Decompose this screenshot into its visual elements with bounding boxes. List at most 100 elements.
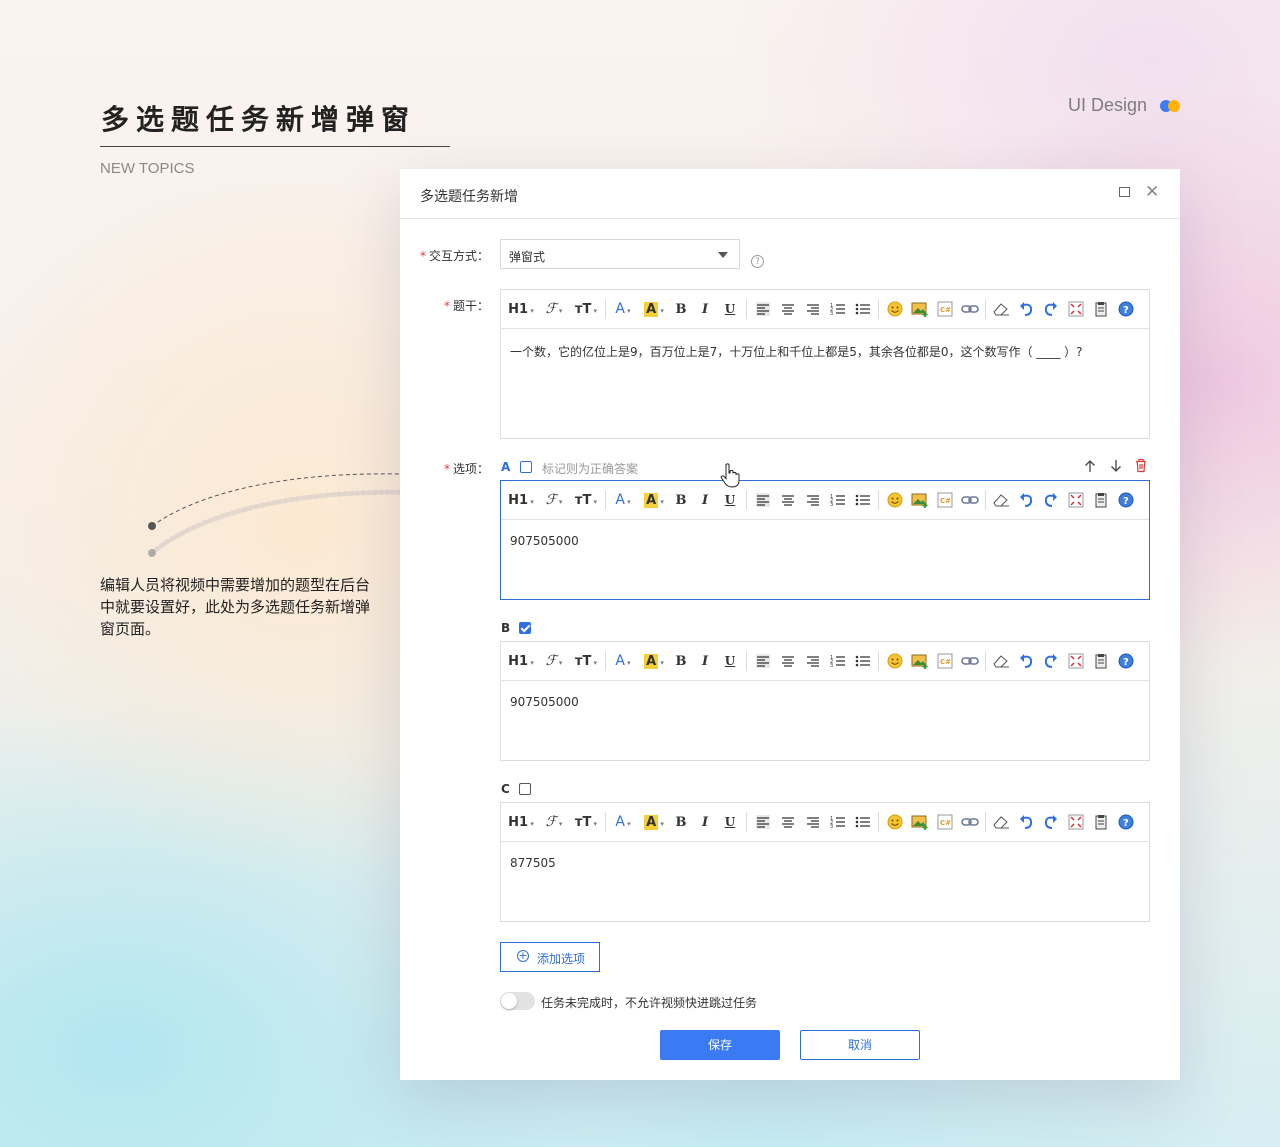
link-icon[interactable] <box>960 650 980 672</box>
help-icon[interactable]: ? <box>1116 489 1136 511</box>
align-center-icon[interactable] <box>778 298 798 320</box>
image-icon[interactable] <box>910 650 930 672</box>
align-left-icon[interactable] <box>753 650 773 672</box>
italic-icon[interactable]: I <box>698 650 712 672</box>
ordered-list-icon[interactable]: 123 <box>828 811 848 833</box>
code-icon[interactable]: C# <box>935 298 955 320</box>
fullscreen-icon[interactable] <box>1066 811 1086 833</box>
help-icon[interactable]: ? <box>1116 298 1136 320</box>
heading-icon[interactable]: H1 ▾ <box>507 298 535 320</box>
option-b-content[interactable]: 907505000 <box>501 681 1149 723</box>
italic-icon[interactable]: I <box>698 811 712 833</box>
code-icon[interactable]: C# <box>935 489 955 511</box>
font-family-icon[interactable]: ℱ ▾ <box>541 489 567 511</box>
italic-icon[interactable]: I <box>698 489 712 511</box>
emoji-icon[interactable] <box>885 811 905 833</box>
font-color-icon[interactable]: A ▾ <box>611 489 635 511</box>
emoji-icon[interactable] <box>885 298 905 320</box>
help-icon[interactable]: ? <box>751 255 764 268</box>
align-right-icon[interactable] <box>803 489 823 511</box>
close-icon[interactable]: ✕ <box>1145 183 1159 201</box>
bullet-list-icon[interactable] <box>853 489 873 511</box>
cancel-button[interactable]: 取消 <box>800 1030 920 1060</box>
underline-icon[interactable]: U <box>723 489 737 511</box>
option-c-content[interactable]: 877505 <box>501 842 1149 884</box>
italic-icon[interactable]: I <box>698 298 712 320</box>
redo-icon[interactable] <box>1041 650 1061 672</box>
font-family-icon[interactable]: ℱ ▾ <box>541 811 567 833</box>
fullscreen-icon[interactable] <box>1066 489 1086 511</box>
undo-icon[interactable] <box>1016 650 1036 672</box>
align-right-icon[interactable] <box>803 298 823 320</box>
move-down-icon[interactable] <box>1109 459 1123 473</box>
underline-icon[interactable]: U <box>723 298 737 320</box>
emoji-icon[interactable] <box>885 489 905 511</box>
stem-content[interactable]: 一个数，它的亿位上是9，百万位上是7，十万位上和千位上都是5，其余各位都是0，这… <box>501 329 1149 374</box>
image-icon[interactable] <box>910 489 930 511</box>
skip-toggle[interactable] <box>500 992 535 1010</box>
align-center-icon[interactable] <box>778 650 798 672</box>
font-size-icon[interactable]: тT ▾ <box>572 650 600 672</box>
emoji-icon[interactable] <box>885 650 905 672</box>
highlight-icon[interactable]: A ▾ <box>640 298 668 320</box>
fullscreen-icon[interactable] <box>1066 298 1086 320</box>
image-icon[interactable] <box>910 298 930 320</box>
font-size-icon[interactable]: тT ▾ <box>572 811 600 833</box>
help-icon[interactable]: ? <box>1116 811 1136 833</box>
align-left-icon[interactable] <box>753 298 773 320</box>
redo-icon[interactable] <box>1041 298 1061 320</box>
fullscreen-icon[interactable] <box>1066 650 1086 672</box>
option-a-content[interactable]: 907505000 <box>501 520 1149 562</box>
link-icon[interactable] <box>960 811 980 833</box>
highlight-icon[interactable]: A ▾ <box>640 650 668 672</box>
underline-icon[interactable]: U <box>723 650 737 672</box>
redo-icon[interactable] <box>1041 811 1061 833</box>
add-option-button[interactable]: + 添加选项 <box>500 942 600 972</box>
bullet-list-icon[interactable] <box>853 650 873 672</box>
font-color-icon[interactable]: A ▾ <box>611 811 635 833</box>
option-c-checkbox[interactable] <box>519 783 531 795</box>
move-up-icon[interactable] <box>1083 459 1097 473</box>
font-family-icon[interactable]: ℱ ▾ <box>541 650 567 672</box>
paste-icon[interactable] <box>1091 489 1111 511</box>
font-color-icon[interactable]: A ▾ <box>611 298 635 320</box>
align-left-icon[interactable] <box>753 811 773 833</box>
heading-icon[interactable]: H1 ▾ <box>507 650 535 672</box>
maximize-icon[interactable] <box>1119 187 1130 197</box>
code-icon[interactable]: C# <box>935 811 955 833</box>
align-right-icon[interactable] <box>803 650 823 672</box>
bullet-list-icon[interactable] <box>853 811 873 833</box>
font-family-icon[interactable]: ℱ ▾ <box>541 298 567 320</box>
paste-icon[interactable] <box>1091 650 1111 672</box>
bold-icon[interactable]: B <box>673 298 689 320</box>
font-size-icon[interactable]: тT ▾ <box>572 298 600 320</box>
link-icon[interactable] <box>960 489 980 511</box>
paste-icon[interactable] <box>1091 811 1111 833</box>
delete-icon[interactable] <box>1134 458 1148 473</box>
interaction-select[interactable]: 弹窗式 <box>500 239 740 269</box>
link-icon[interactable] <box>960 298 980 320</box>
image-icon[interactable] <box>910 811 930 833</box>
code-icon[interactable]: C# <box>935 650 955 672</box>
bold-icon[interactable]: B <box>673 650 689 672</box>
eraser-icon[interactable] <box>991 489 1011 511</box>
eraser-icon[interactable] <box>991 298 1011 320</box>
save-button[interactable]: 保存 <box>660 1030 780 1060</box>
undo-icon[interactable] <box>1016 298 1036 320</box>
heading-icon[interactable]: H1 ▾ <box>507 811 535 833</box>
heading-icon[interactable]: H1 ▾ <box>507 489 535 511</box>
highlight-icon[interactable]: A ▾ <box>640 489 668 511</box>
align-center-icon[interactable] <box>778 811 798 833</box>
bullet-list-icon[interactable] <box>853 298 873 320</box>
ordered-list-icon[interactable]: 123 <box>828 489 848 511</box>
highlight-icon[interactable]: A ▾ <box>640 811 668 833</box>
font-size-icon[interactable]: тT ▾ <box>572 489 600 511</box>
eraser-icon[interactable] <box>991 811 1011 833</box>
ordered-list-icon[interactable]: 123 <box>828 650 848 672</box>
underline-icon[interactable]: U <box>723 811 737 833</box>
font-color-icon[interactable]: A ▾ <box>611 650 635 672</box>
option-b-checkbox[interactable] <box>519 622 531 634</box>
paste-icon[interactable] <box>1091 298 1111 320</box>
bold-icon[interactable]: B <box>673 489 689 511</box>
undo-icon[interactable] <box>1016 489 1036 511</box>
